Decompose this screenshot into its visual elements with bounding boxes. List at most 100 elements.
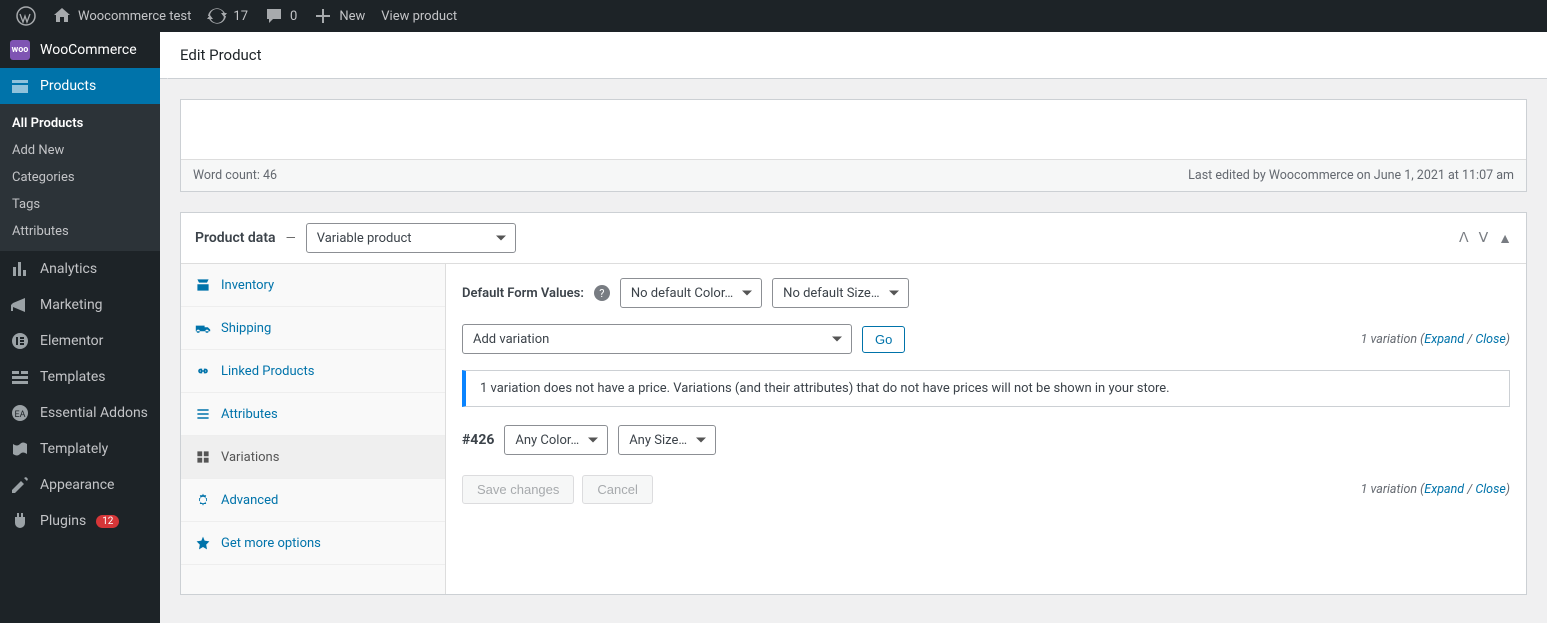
linked-icon <box>195 363 211 379</box>
default-form-values-row: Default Form Values: ? No default Color…… <box>462 278 1510 308</box>
default-size-select[interactable]: No default Size… <box>772 278 908 308</box>
variation-count-meta-bottom: 1 variation (Expand / Close) <box>1361 482 1510 497</box>
new[interactable]: New <box>305 0 373 32</box>
marketing-icon <box>10 295 30 315</box>
product-type-select[interactable]: Variable product <box>306 223 516 253</box>
comments[interactable]: 0 <box>256 0 305 32</box>
tab-shipping[interactable]: Shipping <box>181 307 445 350</box>
updates[interactable]: 17 <box>199 0 256 32</box>
site-name[interactable]: Woocommerce test <box>44 0 199 32</box>
sidebar-item-products[interactable]: Products <box>0 68 160 104</box>
word-count: Word count: 46 <box>193 168 277 183</box>
sidebar-item-essential-addons[interactable]: EAEssential Addons <box>0 395 160 431</box>
sidebar-item-templates[interactable]: Templates <box>0 359 160 395</box>
tab-advanced[interactable]: Advanced <box>181 479 445 522</box>
sidebar-item-templately[interactable]: Templately <box>0 431 160 467</box>
variations-icon <box>195 449 211 465</box>
wordpress-icon <box>16 6 36 26</box>
tab-shipping-label: Shipping <box>221 321 271 336</box>
panel-toggles: ᐱ ᐯ ▲ <box>1459 230 1512 247</box>
variation-count-bottom: 1 variation <box>1361 482 1417 497</box>
expand-link-bottom[interactable]: Expand <box>1424 482 1464 497</box>
move-up-icon[interactable]: ᐱ <box>1459 230 1469 247</box>
comment-icon <box>264 6 284 26</box>
sidebar-item-plugins[interactable]: Plugins12 <box>0 503 160 539</box>
add-variation-select[interactable]: Add variation <box>462 324 852 354</box>
variations-footer: Save changes Cancel 1 variation (Expand … <box>462 475 1510 504</box>
sidebar-item-marketing[interactable]: Marketing <box>0 287 160 323</box>
dash: — <box>286 231 296 246</box>
tab-variations-label: Variations <box>221 450 279 465</box>
tab-linked-label: Linked Products <box>221 364 314 379</box>
view-product-label: View product <box>381 9 457 24</box>
tab-linked[interactable]: Linked Products <box>181 350 445 393</box>
variation-id: #426 <box>462 432 494 448</box>
tab-inventory[interactable]: Inventory <box>181 264 445 307</box>
shipping-icon <box>195 320 211 336</box>
update-icon <box>207 6 227 26</box>
default-form-values-label: Default Form Values: <box>462 286 584 301</box>
variations-panel: Default Form Values: ? No default Color…… <box>446 264 1526 594</box>
sidebar-label-marketing: Marketing <box>40 297 103 313</box>
sidebar-item-woocommerce[interactable]: wooWooCommerce <box>0 32 160 68</box>
default-color-select[interactable]: No default Color… <box>620 278 762 308</box>
view-product[interactable]: View product <box>373 0 465 32</box>
expand-link[interactable]: Expand <box>1424 332 1464 347</box>
sidebar-item-analytics[interactable]: Analytics <box>0 251 160 287</box>
attributes-icon <box>195 406 211 422</box>
tab-get-more[interactable]: Get more options <box>181 522 445 565</box>
sidebar-label-products: Products <box>40 78 96 94</box>
submenu-categories[interactable]: Categories <box>0 164 160 191</box>
cancel-button[interactable]: Cancel <box>582 475 652 504</box>
price-notice: 1 variation does not have a price. Varia… <box>462 370 1510 407</box>
close-link[interactable]: Close <box>1475 332 1505 347</box>
variation-count-meta: 1 variation (Expand / Close) <box>1361 332 1510 347</box>
svg-text:EA: EA <box>15 410 26 420</box>
sidebar-item-appearance[interactable]: Appearance <box>0 467 160 503</box>
home-icon <box>52 6 72 26</box>
collapse-icon[interactable]: ▲ <box>1498 230 1512 247</box>
submenu-add-new[interactable]: Add New <box>0 137 160 164</box>
page-header: Edit Product <box>160 32 1547 79</box>
add-variation-row: Add variation Go 1 variation (Expand / C… <box>462 324 1510 354</box>
products-icon <box>10 76 30 96</box>
submenu-all-products[interactable]: All Products <box>0 110 160 137</box>
help-icon[interactable]: ? <box>594 285 610 301</box>
sidebar-label-analytics: Analytics <box>40 261 97 277</box>
last-edited: Last edited by Woocommerce on June 1, 20… <box>1188 168 1514 183</box>
updates-count: 17 <box>233 9 248 24</box>
submenu-attributes[interactable]: Attributes <box>0 218 160 245</box>
wp-logo[interactable] <box>8 0 44 32</box>
sidebar-label-elementor: Elementor <box>40 333 103 349</box>
close-link-bottom[interactable]: Close <box>1475 482 1505 497</box>
sidebar-item-elementor[interactable]: Elementor <box>0 323 160 359</box>
submenu-tags[interactable]: Tags <box>0 191 160 218</box>
variation-count: 1 variation <box>1361 332 1417 347</box>
ea-icon: EA <box>10 403 30 423</box>
product-data-tabs: Inventory Shipping Linked Products Attri… <box>181 264 446 594</box>
analytics-icon <box>10 259 30 279</box>
tab-attributes-label: Attributes <box>221 407 278 422</box>
sidebar-label-woocommerce: WooCommerce <box>40 42 137 58</box>
go-button[interactable]: Go <box>862 326 905 353</box>
variation-color-select[interactable]: Any Color… <box>504 425 608 455</box>
variation-row[interactable]: #426 Any Color… Any Size… <box>462 425 1510 455</box>
inventory-icon <box>195 277 211 293</box>
save-button[interactable]: Save changes <box>462 475 574 504</box>
move-down-icon[interactable]: ᐯ <box>1479 230 1489 247</box>
tab-attributes[interactable]: Attributes <box>181 393 445 436</box>
comments-count: 0 <box>290 9 297 24</box>
variation-size-select[interactable]: Any Size… <box>618 425 716 455</box>
new-label: New <box>339 9 365 24</box>
adminbar: Woocommerce test 17 0 New View product <box>0 0 1547 32</box>
plus-icon <box>313 6 333 26</box>
advanced-icon <box>195 492 211 508</box>
page-title: Edit Product <box>180 46 262 64</box>
tab-get-more-label: Get more options <box>221 536 321 551</box>
product-data-label: Product data <box>195 230 276 246</box>
sidebar-label-appearance: Appearance <box>40 477 114 493</box>
editor-body[interactable] <box>181 100 1526 160</box>
product-data-header: Product data — Variable product ᐱ ᐯ ▲ <box>181 213 1526 264</box>
product-data-panel: Product data — Variable product ᐱ ᐯ ▲ In… <box>180 212 1527 595</box>
tab-variations[interactable]: Variations <box>181 436 445 479</box>
